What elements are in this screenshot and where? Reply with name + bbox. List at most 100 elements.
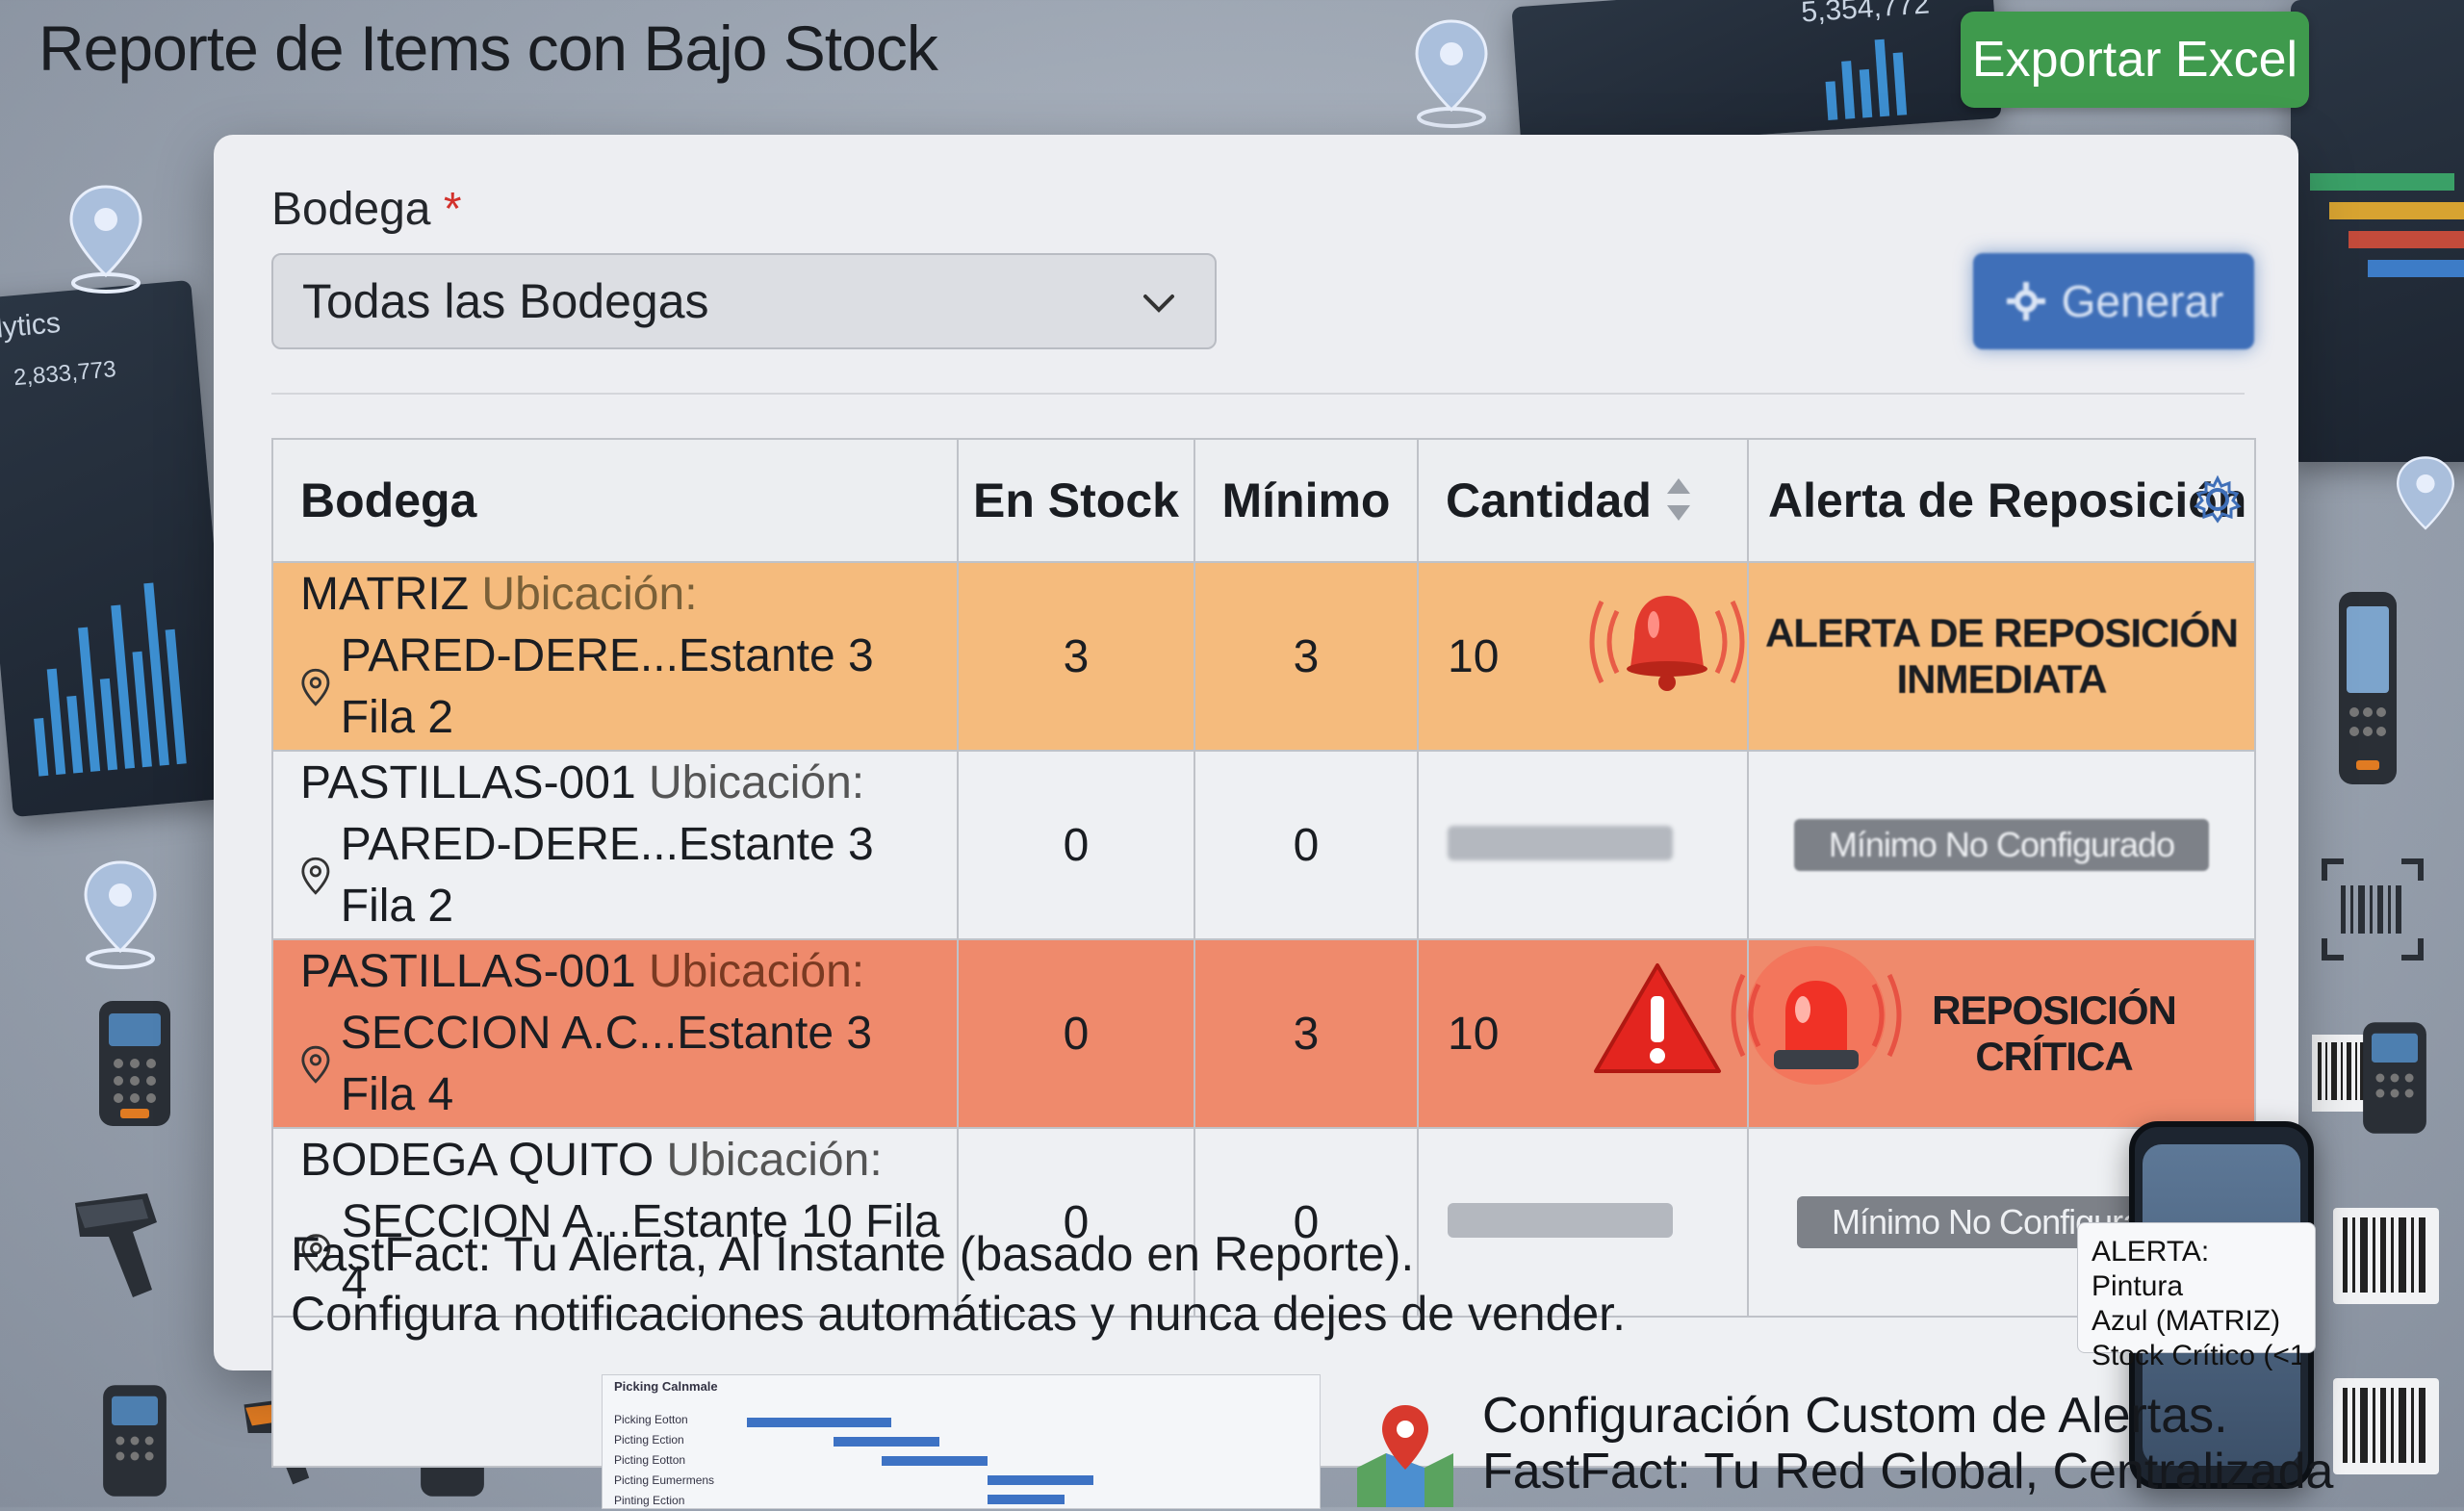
analytics-bar	[34, 717, 49, 777]
gantt-bar	[747, 1418, 891, 1427]
quantity-cell	[1417, 750, 1749, 940]
column-header-alerta-label: Alerta de Reposición	[1768, 474, 2247, 527]
analytics-bar	[165, 628, 187, 765]
stock-cell: 0	[957, 750, 1195, 940]
column-header-alerta[interactable]: Alerta de Reposición	[1747, 438, 2256, 563]
warehouse-name: MATRIZ	[300, 569, 470, 620]
warehouse-select[interactable]: Todas las Bodegas	[271, 253, 1217, 349]
dashboard-bar	[1841, 61, 1856, 119]
analytics-bar	[46, 668, 66, 776]
warehouse-cell: PASTILLAS-001 Ubicación: SECCION A.C...E…	[271, 938, 959, 1129]
background-dashboard-panel: 5,354,772	[1511, 0, 2002, 152]
table-row[interactable]: PASTILLAS-001 Ubicación: SECCION A.C...E…	[271, 938, 2256, 1129]
export-excel-button[interactable]: Exportar Excel	[1961, 12, 2309, 108]
alert-text-line2: INMEDIATA	[1896, 656, 2107, 702]
warehouse-label: Bodega *	[271, 183, 462, 236]
alert-text-line2: CRÍTICA	[1975, 1034, 2133, 1079]
gantt-bar	[2310, 173, 2454, 191]
background-gantt-panel	[2291, 0, 2464, 462]
location-value: PARED-DERE...Estante 3 Fila 2	[340, 630, 874, 743]
map-icon	[1357, 1405, 1453, 1507]
quantity-cell: 10	[1417, 938, 1749, 1129]
divider	[271, 393, 2245, 395]
notification-line2: Azul (MATRIZ)	[2092, 1305, 2281, 1337]
notification-line1: ALERTA: Pintura	[2092, 1236, 2210, 1302]
warehouse-name: PASTILLAS-001	[300, 946, 636, 997]
handheld-scanner-icon	[75, 1193, 157, 1297]
barcode-icon	[2322, 858, 2424, 960]
dashboard-bar	[1859, 68, 1873, 118]
gantt-row-label: Picking Eotton	[614, 1413, 688, 1426]
map-pin-icon	[84, 860, 157, 969]
stock-cell: 3	[957, 561, 1195, 752]
column-header-cantidad[interactable]: Cantidad	[1417, 438, 1749, 563]
barcode-icon	[2333, 1378, 2439, 1474]
map-pin-icon	[1415, 19, 1488, 128]
gantt-bar	[2348, 231, 2464, 248]
promo-line2: FastFact: Tu Red Global, Centralizada	[1482, 1444, 2334, 1499]
generate-button[interactable]: Generar	[1973, 253, 2254, 349]
warehouse-label-text: Bodega	[271, 184, 431, 235]
stock-cell: 0	[957, 938, 1195, 1129]
gantt-bar	[2368, 260, 2464, 277]
column-header-bodega[interactable]: Bodega	[271, 438, 959, 563]
column-header-minimo[interactable]: Mínimo	[1194, 438, 1419, 563]
siren-icon	[1731, 946, 1902, 1085]
minimum-cell: 3	[1194, 561, 1419, 752]
sort-icon[interactable]	[1664, 474, 1693, 525]
analytics-title: alytics	[0, 306, 63, 346]
notification-line3: Stock Crítico (<10)	[2092, 1340, 2301, 1371]
location-value: PARED-DERE...Estante 3 Fila 2	[340, 819, 874, 932]
gantt-row-label: Pinting Ection	[614, 1494, 685, 1507]
dashboard-bar	[1825, 81, 1838, 120]
footer-message: FastFact: Tu Alerta, Al Instante (basado…	[291, 1224, 1626, 1344]
minimum-cell: 0	[1194, 750, 1419, 940]
bell-alarm-icon	[1589, 596, 1745, 691]
gantt-row-label: Picting Eumermens	[614, 1473, 715, 1487]
footer-line2: Configura notificaciones automáticas y n…	[291, 1287, 1626, 1341]
required-mark: *	[443, 184, 462, 235]
gantt-bar	[2329, 202, 2464, 219]
alert-notification[interactable]: ALERTA: Pintura Azul (MATRIZ) Stock Crít…	[2077, 1222, 2316, 1371]
generate-label: Generar	[2061, 276, 2224, 326]
location-value: SECCION A.C...Estante 3 Fila 4	[340, 1008, 873, 1120]
barcode-icon	[2333, 1208, 2439, 1304]
quantity-value: 10	[1448, 630, 1500, 682]
gear-icon	[2006, 282, 2045, 320]
footer-line1: FastFact: Tu Alerta, Al Instante (basado…	[291, 1227, 1415, 1281]
gantt-bar	[834, 1437, 939, 1447]
low-stock-table: Bodega En Stock Mínimo Cantidad Alerta d…	[271, 438, 2256, 1468]
warehouse-name: BODEGA QUITO	[300, 1135, 654, 1186]
alert-cell: REPOSICIÓN CRÍTICA	[1731, 938, 2256, 1129]
warehouse-name: PASTILLAS-001	[300, 757, 636, 808]
location-label: Ubicación:	[666, 1135, 883, 1186]
page-title: Reporte de Items con Bajo Stock	[38, 13, 938, 84]
column-header-en-stock[interactable]: En Stock	[957, 438, 1195, 563]
scanner-icon	[103, 1385, 167, 1497]
scanner-icon	[2363, 1022, 2426, 1134]
gantt-bar	[882, 1456, 988, 1466]
scanner-icon	[99, 1001, 170, 1126]
promo-line1: Configuración Custom de Alertas.	[1482, 1388, 2228, 1444]
analytics-value: 2,833,773	[13, 356, 117, 392]
gantt-row-label: Picting Ection	[614, 1433, 684, 1447]
alert-cell: ALERTA DE REPOSICIÓN INMEDIATA	[1747, 561, 2256, 752]
promo-text: Configuración Custom de Alertas. FastFac…	[1482, 1388, 2333, 1499]
alert-text-line1: REPOSICIÓN	[1932, 987, 2177, 1033]
table-row[interactable]: PASTILLAS-001 Ubicación: PARED-DERE...Es…	[271, 750, 2256, 940]
map-pin-icon	[301, 857, 330, 895]
analytics-bar	[99, 678, 118, 771]
map-pin-icon	[301, 1045, 330, 1084]
analytics-bar	[132, 651, 152, 768]
location-label: Ubicación:	[648, 946, 865, 997]
quantity-cell: 10	[1417, 561, 1749, 752]
chevron-down-icon	[1143, 295, 1174, 313]
gear-icon[interactable]	[2193, 474, 2243, 525]
map-pin-icon	[2396, 456, 2455, 530]
location-label: Ubicación:	[648, 757, 865, 808]
dashboard-value: 5,354,772	[1800, 0, 1931, 29]
background-gantt-chart: Picking Calnmale Picking Eotton Picting …	[602, 1374, 1321, 1509]
table-row[interactable]: MATRIZ Ubicación: PARED-DERE...Estante 3…	[271, 561, 2256, 752]
gantt-row-label: Picting Eotton	[614, 1453, 686, 1467]
scanner-icon	[2339, 592, 2397, 784]
